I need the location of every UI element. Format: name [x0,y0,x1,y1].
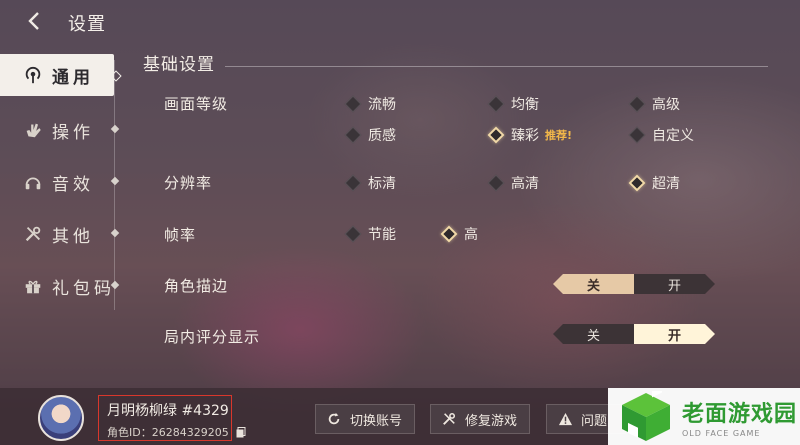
quality-option-ultra[interactable]: 臻彩 推荐! [487,125,573,145]
repair-game-button[interactable]: 修复游戏 [430,404,530,434]
username: 月明杨柳绿 #4329 [107,403,229,419]
button-label: 修复游戏 [465,413,518,429]
toggle-on-option[interactable]: 开 [634,324,715,344]
dot-icon [110,228,120,238]
sidebar-item-general[interactable]: 通用 [0,54,122,96]
option-label: 超清 [652,176,680,192]
radio-diamond-icon [628,126,646,144]
radio-diamond-icon [628,95,646,113]
page-title: 设置 [68,14,106,35]
score-display-toggle[interactable]: 关 开 [553,324,715,344]
tools-icon [441,411,457,427]
quality-label: 画面等级 [164,95,229,113]
back-icon[interactable] [24,10,46,32]
sidebar-item-label: 音效 [52,174,94,195]
user-id: 角色ID：26284329205 [107,426,229,439]
radio-diamond-icon [344,225,362,243]
watermark-title: 老面游戏园 [682,401,798,427]
sidebar-item-label: 通用 [52,67,94,88]
option-label: 均衡 [511,97,539,113]
user-info: 月明杨柳绿 #4329 角色ID：26284329205 [98,395,232,441]
option-label: 标清 [368,176,396,192]
section-divider [225,66,768,67]
resolution-label: 分辨率 [164,174,213,192]
section-title: 基础设置 [143,55,215,75]
option-label: 质感 [368,128,396,144]
watermark: 老面游戏园 OLD FACE GAME [608,382,800,445]
sidebar: 通用 操作 音效 其他 礼包码 [0,52,122,312]
framerate-option-high[interactable]: 高 [440,224,478,244]
copy-icon[interactable] [236,423,246,438]
resolution-option-sd[interactable]: 标清 [344,173,396,193]
radio-diamond-selected-icon [440,225,458,243]
gift-icon [22,275,44,297]
sidebar-item-other[interactable]: 其他 [0,208,120,260]
top-bar: 设置 [0,0,800,44]
dot-icon [110,176,120,186]
radio-diamond-icon [344,174,362,192]
radio-diamond-icon [344,126,362,144]
dot-icon [110,124,120,134]
score-display-label: 局内评分显示 [164,328,261,346]
outline-label: 角色描边 [164,277,229,295]
quality-option-balanced[interactable]: 均衡 [487,94,539,114]
sidebar-item-gift-code[interactable]: 礼包码 [0,260,120,312]
resolution-option-hd[interactable]: 高清 [487,173,539,193]
signal-icon [22,64,44,86]
watermark-subtitle: OLD FACE GAME [682,428,761,438]
watermark-logo-icon [618,382,674,443]
option-label: 流畅 [368,97,396,113]
radio-diamond-icon [487,174,505,192]
radio-diamond-selected-icon [628,174,646,192]
resolution-option-fhd[interactable]: 超清 [628,173,680,193]
sidebar-item-label: 操作 [52,122,94,143]
sidebar-item-label: 礼包码 [52,278,115,299]
sidebar-item-controls[interactable]: 操作 [0,104,120,156]
option-label: 高级 [652,97,680,113]
framerate-option-eco[interactable]: 节能 [344,224,396,244]
tools-icon [22,223,44,245]
toggle-off-option[interactable]: 关 [553,324,634,344]
button-label: 切换账号 [350,413,403,429]
refresh-icon [326,411,342,427]
toggle-off-option[interactable]: 关 [553,274,634,294]
sidebar-item-label: 其他 [52,226,94,247]
switch-account-button[interactable]: 切换账号 [315,404,415,434]
toggle-on-option[interactable]: 开 [634,274,715,294]
framerate-label: 帧率 [164,226,197,244]
avatar[interactable] [38,395,84,441]
warning-icon [557,411,573,427]
quality-option-smooth[interactable]: 流畅 [344,94,396,114]
button-label: 问题 [581,413,608,429]
radio-diamond-icon [344,95,362,113]
sidebar-item-audio[interactable]: 音效 [0,156,120,208]
option-label: 高 [464,227,478,243]
headphones-icon [22,171,44,193]
option-label: 臻彩 [511,128,539,144]
option-label: 高清 [511,176,539,192]
recommend-badge: 推荐! [545,129,573,142]
option-label: 节能 [368,227,396,243]
hand-icon [22,119,44,141]
option-label: 自定义 [652,128,694,144]
quality-option-custom[interactable]: 自定义 [628,125,694,145]
active-indicator [110,70,122,82]
radio-diamond-icon [487,95,505,113]
outline-toggle[interactable]: 关 开 [553,274,715,294]
quality-option-high[interactable]: 高级 [628,94,680,114]
radio-diamond-selected-icon [487,126,505,144]
quality-option-texture[interactable]: 质感 [344,125,396,145]
